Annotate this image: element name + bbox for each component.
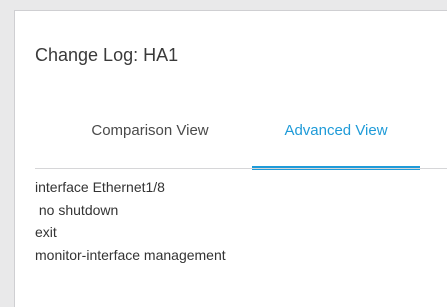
view-tabs: Comparison View Advanced View bbox=[35, 115, 447, 170]
config-line: monitor-interface management bbox=[35, 246, 226, 263]
tabs-divider bbox=[35, 168, 447, 169]
tab-comparison-view[interactable]: Comparison View bbox=[63, 115, 237, 170]
tab-advanced-view[interactable]: Advanced View bbox=[252, 115, 420, 170]
tab-label: Advanced View bbox=[284, 122, 388, 139]
config-line: exit bbox=[35, 224, 57, 240]
change-log-panel: Change Log: HA1 Comparison View Advanced… bbox=[14, 10, 447, 307]
page-title: Change Log: HA1 bbox=[35, 45, 179, 65]
tab-label: Comparison View bbox=[91, 122, 209, 139]
config-diff-content: interface Ethernet1/8 no shutdown exit m… bbox=[35, 176, 226, 266]
config-line: no shutdown bbox=[35, 201, 119, 218]
config-line: interface Ethernet1/8 bbox=[35, 179, 165, 195]
